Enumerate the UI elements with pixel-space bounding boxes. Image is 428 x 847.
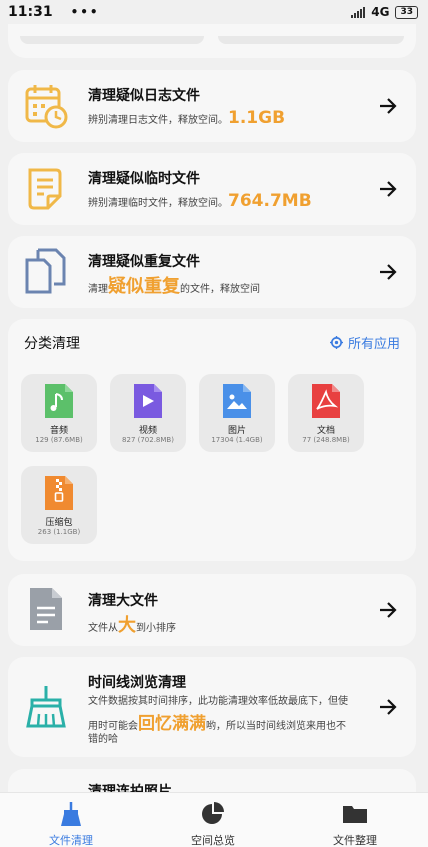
battery-icon: 33 <box>395 5 418 19</box>
nav-space-overview[interactable]: 空间总览 <box>142 793 284 847</box>
category-tile-archive[interactable]: 压缩包 263 (1.1GB) <box>21 466 97 544</box>
clean-temp-files-card[interactable]: 清理疑似临时文件 辨别清理临时文件，释放空间。764.7MB <box>8 153 416 225</box>
row-subtitle-text: 辨别清理日志文件，释放空间。 <box>88 115 228 126</box>
tile-label: 视频 <box>138 426 157 436</box>
row-title: 清理疑似重复文件 <box>88 254 200 270</box>
temp-document-icon <box>28 168 62 210</box>
row-desc-line-1: 文件数据按其时间排序，此功能清理效率低故最底下，但使 <box>88 696 348 707</box>
tile-count: 129 (87.6MB) <box>35 436 83 444</box>
log-calendar-icon <box>25 85 68 129</box>
row-desc-line-3: 错的哈 <box>88 734 118 745</box>
tile-count: 263 (1.1GB) <box>37 528 81 536</box>
category-clean-section: 分类清理 所有应用 音频 129 (87.6MB) 视频 827 (702.8M… <box>8 319 416 561</box>
category-tile-audio[interactable]: 音频 129 (87.6MB) <box>21 374 97 452</box>
row-subtitle: 辨别清理临时文件，释放空间。764.7MB <box>88 191 312 211</box>
tile-label: 音频 <box>49 426 68 436</box>
nav-label: 文件清理 <box>49 834 93 847</box>
network-type: 4G <box>371 5 390 19</box>
row-subtitle-size: 764.7MB <box>228 191 312 211</box>
nav-file-clean[interactable]: 文件清理 <box>0 793 142 847</box>
duplicate-files-icon <box>25 248 66 294</box>
row-subtitle: 清理疑似重复的文件，释放空间 <box>88 272 260 298</box>
category-tile-image[interactable]: 图片 17304 (1.4GB) <box>199 374 275 452</box>
nav-file-organize[interactable]: 文件整理 <box>284 793 426 847</box>
row-subtitle-size: 1.1GB <box>228 108 286 128</box>
arrow-right-icon <box>380 181 397 197</box>
timeline-browse-card[interactable]: 时间线浏览清理 文件数据按其时间排序，此功能清理效率低故最底下，但使 用时可能会… <box>8 657 416 757</box>
big-file-icon <box>30 588 62 630</box>
row-subtitle-highlight: 大 <box>118 615 136 636</box>
pie-chart-icon <box>202 802 224 824</box>
tile-count: 17304 (1.4GB) <box>211 436 263 444</box>
nav-label: 文件整理 <box>333 834 377 847</box>
broom-icon <box>26 686 66 728</box>
scrolled-pill-right <box>218 36 404 44</box>
row-subtitle-text: 的文件，释放空间 <box>180 284 260 295</box>
tile-label: 文档 <box>316 426 335 436</box>
tile-count: 77 (248.8MB) <box>302 436 350 444</box>
section-title: 分类清理 <box>24 336 80 352</box>
all-apps-label: 所有应用 <box>347 337 400 352</box>
status-dots: ••• <box>70 5 100 19</box>
scrolled-pill-left <box>20 36 204 44</box>
arrow-right-icon <box>380 264 397 280</box>
archive-file-icon <box>45 476 73 510</box>
row-title: 时间线浏览清理 <box>88 675 186 691</box>
video-file-icon <box>134 384 162 418</box>
row-subtitle-highlight: 回忆满满 <box>138 714 206 734</box>
row-subtitle-text: 辨别清理临时文件，释放空间。 <box>88 198 228 209</box>
arrow-right-icon <box>380 602 397 618</box>
status-time: 11:31 <box>8 4 53 20</box>
row-desc-line-2: 用时可能会回忆满满哟，所以当时间线浏览来用也不 <box>88 709 346 734</box>
battery-level: 33 <box>400 6 413 17</box>
row-subtitle-text: 清理 <box>88 284 108 295</box>
pdf-file-icon <box>312 384 340 418</box>
target-icon <box>329 336 343 349</box>
nav-label: 空间总览 <box>191 834 235 847</box>
arrow-right-icon <box>380 98 397 114</box>
clean-big-files-card[interactable]: 清理大文件 文件从大到小排序 <box>8 574 416 646</box>
row-title: 清理疑似临时文件 <box>88 171 200 187</box>
tile-label: 图片 <box>227 426 246 436</box>
row-title: 清理疑似日志文件 <box>88 88 200 104</box>
bottom-navigation: 文件清理 空间总览 文件整理 <box>0 792 428 847</box>
image-file-icon <box>223 384 251 418</box>
folder-icon <box>343 806 367 823</box>
row-subtitle-text: 到小排序 <box>136 623 176 634</box>
tile-count: 827 (702.8MB) <box>122 436 174 444</box>
scrolled-card-top <box>8 24 416 58</box>
all-apps-link[interactable]: 所有应用 <box>329 333 400 352</box>
row-subtitle-highlight: 疑似重复 <box>108 276 180 297</box>
row-title: 清理大文件 <box>88 593 158 609</box>
row-subtitle: 辨别清理日志文件，释放空间。1.1GB <box>88 108 285 128</box>
tile-label: 压缩包 <box>45 518 73 528</box>
row-subtitle-text: 文件从 <box>88 623 118 634</box>
status-bar: 11:31 ••• 4G 33 <box>0 0 428 24</box>
broom-nav-icon <box>61 802 81 826</box>
row-subtitle-text: 哟，所以当时间线浏览来用也不 <box>206 721 346 732</box>
category-tile-document[interactable]: 文档 77 (248.8MB) <box>288 374 364 452</box>
row-subtitle: 文件从大到小排序 <box>88 611 176 637</box>
category-tile-video[interactable]: 视频 827 (702.8MB) <box>110 374 186 452</box>
clean-duplicate-files-card[interactable]: 清理疑似重复文件 清理疑似重复的文件，释放空间 <box>8 236 416 308</box>
clean-log-files-card[interactable]: 清理疑似日志文件 辨别清理日志文件，释放空间。1.1GB <box>8 70 416 142</box>
arrow-right-icon <box>380 699 397 715</box>
audio-file-icon <box>45 384 73 418</box>
signal-icon <box>351 6 366 18</box>
